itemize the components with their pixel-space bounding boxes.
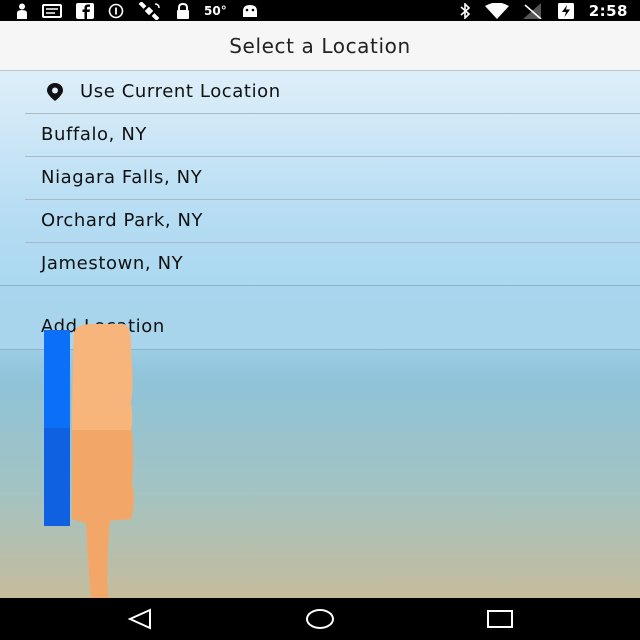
signal-icon xyxy=(522,2,542,19)
recents-icon xyxy=(487,610,513,628)
location-item-buffalo[interactable]: Buffalo, NY xyxy=(25,114,640,157)
location-list: Use Current Location Buffalo, NY Niagara… xyxy=(0,71,640,286)
home-button[interactable] xyxy=(290,598,350,640)
recents-button[interactable] xyxy=(470,598,530,640)
status-bar: 50° 2:58 xyxy=(0,0,640,21)
title-bar: Select a Location xyxy=(0,21,640,71)
pointer-hand-graphic xyxy=(72,324,134,624)
page-title: Select a Location xyxy=(229,33,411,58)
location-item-orchard-park[interactable]: Orchard Park, NY xyxy=(25,200,640,243)
android-icon xyxy=(242,4,257,17)
location-pin-icon xyxy=(47,83,63,101)
status-left: 50° xyxy=(16,0,259,21)
battery-charging-icon xyxy=(557,2,574,19)
facebook-icon xyxy=(76,2,94,19)
location-label: Buffalo, NY xyxy=(41,124,147,145)
use-current-location-item[interactable]: Use Current Location xyxy=(25,71,640,114)
bluetooth-icon xyxy=(460,2,470,19)
location-label: Orchard Park, NY xyxy=(41,210,204,231)
use-current-location-label: Use Current Location xyxy=(80,81,281,102)
location-label: Niagara Falls, NY xyxy=(41,167,203,188)
status-right: 2:58 xyxy=(459,0,628,21)
message-icon xyxy=(42,3,62,18)
back-icon xyxy=(127,608,151,630)
location-label: Jamestown, NY xyxy=(41,253,184,274)
temperature-text: 50° xyxy=(204,3,227,18)
clock-text: 2:58 xyxy=(588,1,628,20)
location-item-jamestown[interactable]: Jamestown, NY xyxy=(25,243,640,286)
person-icon xyxy=(17,3,27,19)
section-divider xyxy=(0,285,640,303)
lock-icon xyxy=(177,2,189,19)
back-button[interactable] xyxy=(110,598,170,640)
wifi-icon xyxy=(484,2,509,19)
satellite-icon xyxy=(138,1,160,20)
navigation-bar xyxy=(0,598,640,640)
location-item-niagara-falls[interactable]: Niagara Falls, NY xyxy=(25,157,640,200)
circle-info-icon xyxy=(108,3,124,18)
home-icon xyxy=(306,609,334,629)
